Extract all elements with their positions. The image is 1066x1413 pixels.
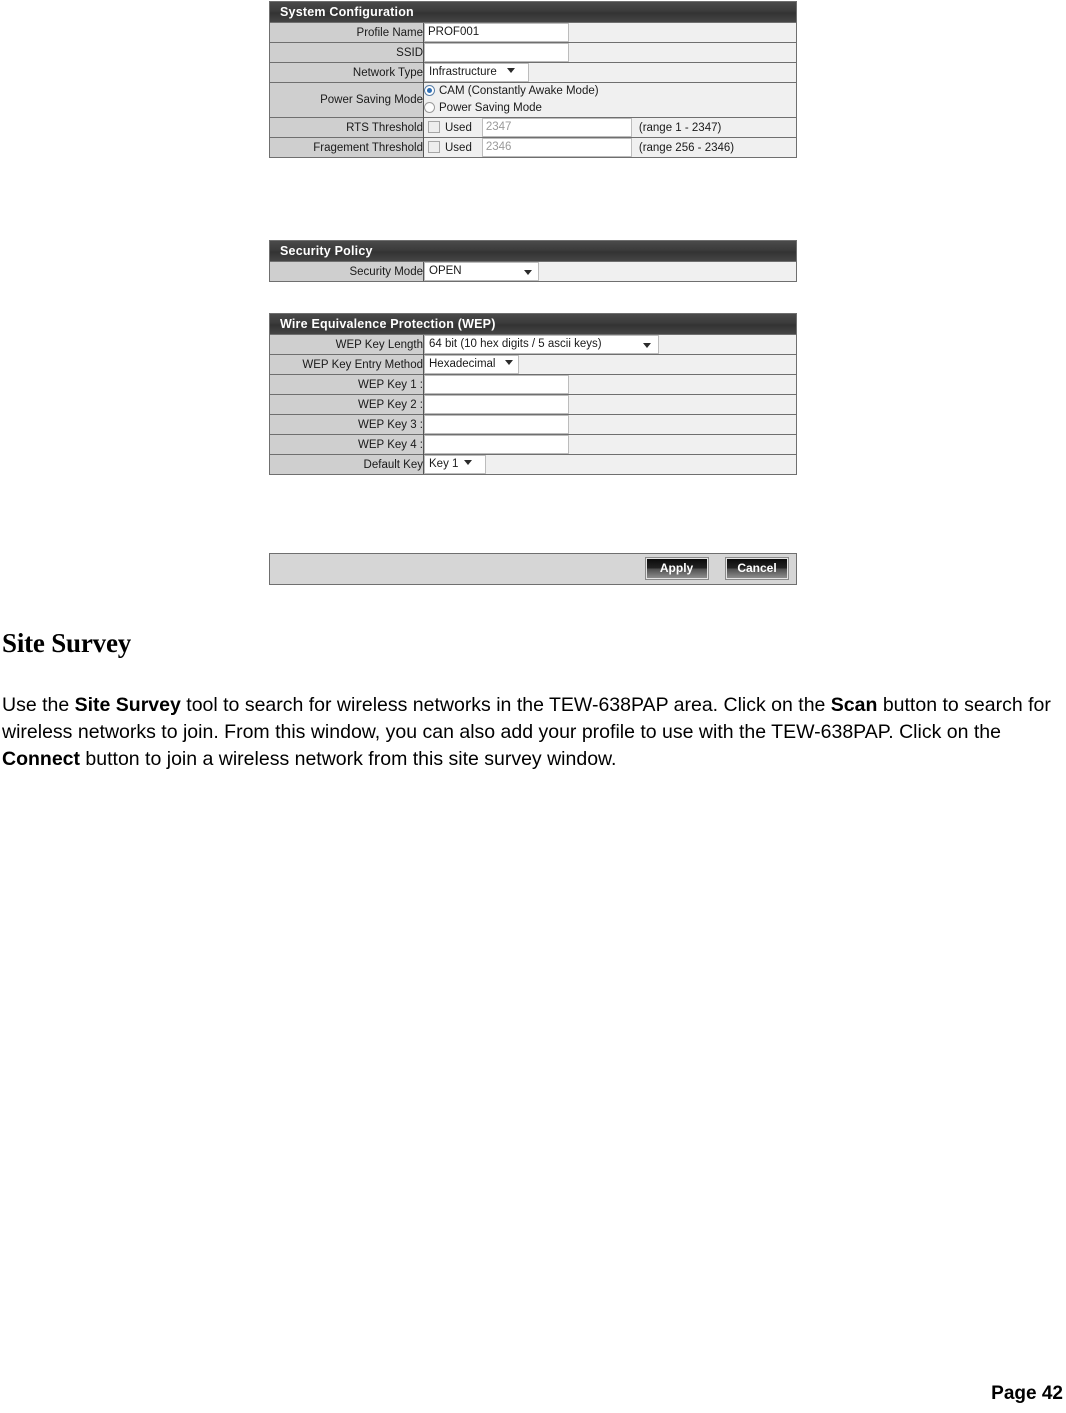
paragraph-bold-site-survey: Site Survey	[74, 694, 181, 716]
wep-key-length-label: WEP Key Length	[270, 335, 424, 355]
rts-threshold-label: RTS Threshold	[270, 117, 424, 138]
paragraph-bold-scan: Scan	[830, 694, 878, 716]
security-policy-header: Security Policy	[270, 241, 796, 262]
system-configuration-table: Profile Name PROF001 SSID Network Type I…	[270, 23, 796, 157]
chevron-down-icon	[464, 460, 473, 465]
network-type-label: Network Type	[270, 62, 424, 83]
rts-threshold-checkbox[interactable]	[428, 120, 440, 133]
system-configuration-header: System Configuration	[270, 2, 796, 23]
ssid-cell	[423, 42, 796, 63]
security-policy-table: Security Mode OPEN	[270, 262, 796, 281]
page-number-footer: Page 42	[991, 1383, 1063, 1404]
table-row: WEP Key 4 :	[270, 434, 796, 455]
chevron-down-icon	[643, 343, 651, 348]
profile-name-label: Profile Name	[270, 23, 424, 43]
chevron-down-icon	[505, 360, 514, 365]
system-configuration-panel: System Configuration Profile Name PROF00…	[269, 1, 797, 158]
chevron-down-icon	[506, 68, 515, 73]
wep-key-length-dropdown[interactable]: 64 bit (10 hex digits / 5 ascii keys)	[424, 335, 659, 354]
radio-power-saving-label: Power Saving Mode	[439, 102, 542, 114]
wep-key-entry-method-value: Hexadecimal	[429, 358, 496, 370]
table-row: Default Key Key 1	[270, 454, 796, 474]
fragment-threshold-checkbox[interactable]	[428, 140, 440, 153]
default-key-cell: Key 1	[423, 454, 796, 474]
power-saving-mode-label: Power Saving Mode	[270, 82, 424, 118]
rts-threshold-range: (range 1 - 2347)	[638, 121, 722, 134]
ssid-label: SSID	[270, 42, 424, 63]
fragment-threshold-range: (range 256 - 2346)	[638, 141, 735, 154]
profile-name-input[interactable]: PROF001	[424, 23, 569, 42]
table-row: WEP Key 3 :	[270, 414, 796, 435]
cancel-button[interactable]: Cancel	[726, 558, 788, 579]
radio-cam-indicator	[424, 85, 435, 96]
security-mode-cell: OPEN	[423, 262, 796, 281]
wep-key-entry-method-label: WEP Key Entry Method	[270, 354, 424, 375]
default-key-label: Default Key	[270, 454, 424, 474]
wep-key-3-cell	[423, 414, 796, 435]
form-action-bar: Apply Cancel	[269, 553, 797, 585]
fragment-threshold-cell: Used 2346 (range 256 - 2346)	[423, 137, 796, 157]
wep-key-length-cell: 64 bit (10 hex digits / 5 ascii keys)	[423, 335, 796, 355]
wep-key-1-input[interactable]	[424, 375, 569, 394]
table-row: WEP Key Entry Method Hexadecimal	[270, 354, 796, 375]
radio-cam[interactable]: CAM (Constantly Awake Mode)	[424, 83, 796, 100]
network-type-value: Infrastructure	[429, 66, 497, 78]
table-row: RTS Threshold Used 2347 (range 1 - 2347)	[270, 117, 796, 138]
rts-threshold-input[interactable]: 2347	[481, 118, 632, 137]
wep-key-entry-method-cell: Hexadecimal	[423, 354, 796, 375]
table-row: WEP Key 2 :	[270, 394, 796, 415]
wep-key-entry-method-dropdown[interactable]: Hexadecimal	[424, 355, 519, 374]
paragraph-segment-1: Use the	[2, 694, 75, 716]
profile-name-cell: PROF001	[423, 23, 796, 43]
radio-cam-label: CAM (Constantly Awake Mode)	[439, 85, 599, 97]
radio-power-saving-indicator	[424, 102, 435, 113]
network-type-cell: Infrastructure	[423, 62, 796, 83]
body-paragraph: Use the Site Survey tool to search for w…	[2, 692, 1062, 773]
radio-power-saving[interactable]: Power Saving Mode	[424, 100, 796, 117]
table-row: WEP Key Length 64 bit (10 hex digits / 5…	[270, 335, 796, 355]
fragment-threshold-input[interactable]: 2346	[481, 138, 632, 157]
power-saving-mode-cell: CAM (Constantly Awake Mode) Power Saving…	[423, 82, 796, 118]
table-row: WEP Key 1 :	[270, 374, 796, 395]
page-title: Site Survey	[2, 628, 132, 658]
fragment-threshold-used-label: Used	[445, 141, 472, 154]
table-row: Profile Name PROF001	[270, 23, 796, 43]
wep-key-1-label: WEP Key 1 :	[270, 374, 424, 395]
security-mode-dropdown[interactable]: OPEN	[424, 262, 539, 281]
wep-key-2-label: WEP Key 2 :	[270, 394, 424, 415]
wep-key-2-cell	[423, 394, 796, 415]
wep-panel: Wire Equivalence Protection (WEP) WEP Ke…	[269, 313, 797, 475]
default-key-dropdown[interactable]: Key 1	[424, 455, 486, 474]
paragraph-segment-4: button to join a wireless network from t…	[80, 748, 617, 770]
chevron-down-icon	[524, 270, 532, 275]
rts-threshold-used-label: Used	[445, 121, 472, 134]
ssid-input[interactable]	[424, 43, 569, 62]
wep-key-length-value: 64 bit (10 hex digits / 5 ascii keys)	[429, 338, 602, 350]
wep-header: Wire Equivalence Protection (WEP)	[270, 314, 796, 335]
security-policy-panel: Security Policy Security Mode OPEN	[269, 240, 797, 282]
wep-key-3-input[interactable]	[424, 415, 569, 434]
table-row: SSID	[270, 42, 796, 63]
table-row: Security Mode OPEN	[270, 262, 796, 281]
wep-key-2-input[interactable]	[424, 395, 569, 414]
apply-button[interactable]: Apply	[645, 558, 708, 579]
wep-key-4-label: WEP Key 4 :	[270, 434, 424, 455]
fragment-threshold-label: Fragement Threshold	[270, 137, 424, 157]
wep-key-1-cell	[423, 374, 796, 395]
default-key-value: Key 1	[429, 458, 459, 470]
wep-table: WEP Key Length 64 bit (10 hex digits / 5…	[270, 335, 796, 474]
security-mode-value: OPEN	[429, 265, 462, 277]
table-row: Fragement Threshold Used 2346 (range 256 -…	[270, 137, 796, 157]
paragraph-bold-connect: Connect	[2, 748, 80, 770]
wep-key-3-label: WEP Key 3 :	[270, 414, 424, 435]
wep-key-4-cell	[423, 434, 796, 455]
paragraph-segment-2: tool to search for wireless networks in …	[180, 694, 831, 716]
security-mode-label: Security Mode	[270, 262, 424, 281]
rts-threshold-cell: Used 2347 (range 1 - 2347)	[423, 117, 796, 138]
table-row: Power Saving Mode CAM (Constantly Awake …	[270, 82, 796, 118]
table-row: Network Type Infrastructure	[270, 62, 796, 83]
wep-key-4-input[interactable]	[424, 435, 569, 454]
network-type-dropdown[interactable]: Infrastructure	[424, 63, 529, 82]
